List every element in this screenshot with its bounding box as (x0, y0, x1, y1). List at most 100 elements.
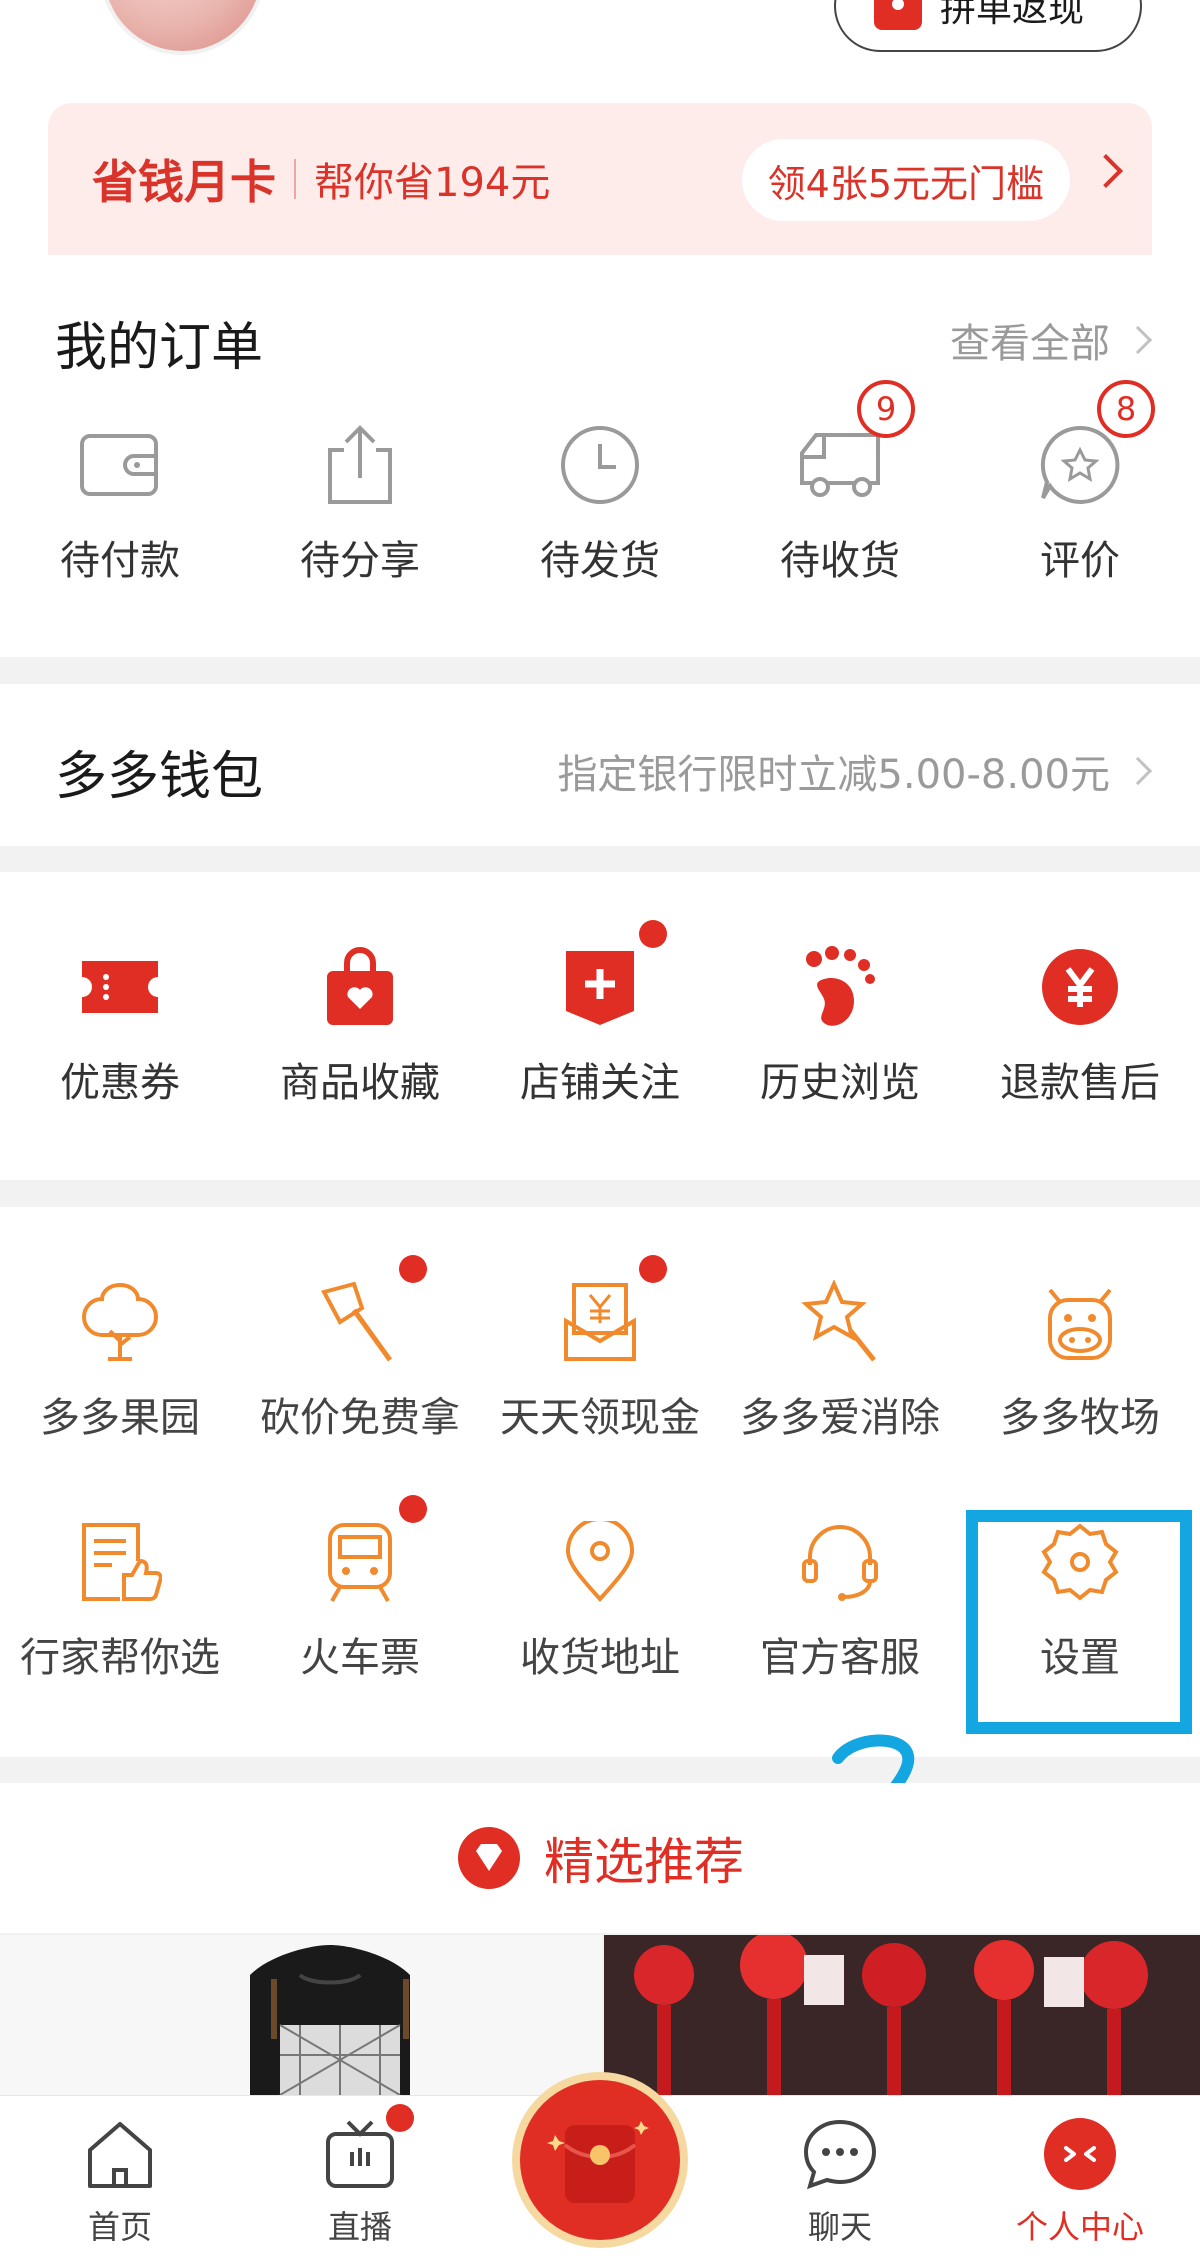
tool-label: 退款售后 (1000, 1060, 1160, 1106)
order-review[interactable]: 8 评价 (960, 380, 1200, 586)
service-label: 官方客服 (760, 1635, 920, 1681)
service-label: 天天领现金 (500, 1395, 700, 1441)
service-label: 砍价免费拿 (260, 1395, 460, 1441)
tab-chat[interactable]: 聊天 (740, 2114, 940, 2248)
notification-dot (399, 1255, 427, 1283)
tools-section: 优惠券 商品收藏 店铺关注 历史浏览 退款售后 (0, 872, 1200, 1180)
thumbs-up-doc-icon (75, 1517, 165, 1607)
product-feed (0, 1935, 1200, 2096)
chevron-right-icon (1123, 325, 1153, 355)
coupon-entry[interactable]: 优惠券 (0, 942, 240, 1108)
match-game-entry[interactable]: 多多爱消除 (720, 1277, 960, 1443)
avatar[interactable] (100, 0, 265, 55)
refund-icon (874, 0, 922, 30)
store-follow-icon (555, 920, 667, 1032)
cash-envelope-icon (555, 1255, 667, 1367)
service-label: 行家帮你选 (20, 1635, 220, 1681)
savings-card-subtitle: 帮你省194元 (314, 160, 551, 206)
expert-pick-entry[interactable]: 行家帮你选 (0, 1517, 240, 1683)
location-pin-icon (555, 1517, 645, 1607)
truck-icon: 9 (795, 380, 915, 510)
ranch-entry[interactable]: 多多牧场 (960, 1277, 1200, 1443)
service-label: 火车票 (300, 1635, 420, 1681)
wallet-icon (75, 420, 165, 510)
tab-label: 个人中心 (1015, 2208, 1144, 2246)
star-wand-icon (795, 1277, 885, 1367)
wallet-section[interactable]: 多多钱包 指定银行限时立减5.00-8.00元 (0, 684, 1200, 846)
product-image[interactable] (0, 1935, 602, 2096)
bottom-tab-bar: 首页 直播 聊天 个人中心 (0, 2072, 1200, 2259)
wallet-title: 多多钱包 (55, 747, 264, 807)
red-packet-button[interactable] (512, 2072, 688, 2248)
tab-label: 直播 (327, 2208, 392, 2246)
orders-section: 我的订单 查看全部 待付款 待分享 待发货 9 待收货 8 评价 (0, 255, 1200, 657)
profile-face-icon (1040, 2114, 1120, 2194)
cow-icon (1035, 1277, 1125, 1367)
divider (294, 159, 296, 199)
headset-icon (795, 1517, 885, 1607)
service-label: 多多爱消除 (740, 1395, 940, 1441)
red-packet-icon (547, 2121, 649, 2203)
tab-label: 聊天 (807, 2208, 872, 2246)
history-entry[interactable]: 历史浏览 (720, 942, 960, 1108)
bargain-entry[interactable]: 砍价免费拿 (240, 1255, 480, 1443)
refund-aftersales-entry[interactable]: 退款售后 (960, 942, 1200, 1108)
order-pending-receipt[interactable]: 9 待收货 (720, 380, 960, 586)
address-entry[interactable]: 收货地址 (480, 1517, 720, 1683)
coupon-pill-button[interactable]: 领4张5元无门槛 (741, 139, 1070, 221)
service-label: 多多牧场 (1000, 1395, 1160, 1441)
orchard-entry[interactable]: 多多果园 (0, 1277, 240, 1443)
daily-cash-entry[interactable]: 天天领现金 (480, 1255, 720, 1443)
chevron-right-icon (1089, 154, 1123, 188)
order-item-label: 待分享 (300, 538, 420, 584)
home-icon (80, 2114, 160, 2194)
view-all-orders-link[interactable]: 查看全部 (950, 311, 1153, 369)
refund-yen-icon (1035, 942, 1125, 1032)
order-item-label: 待发货 (540, 538, 660, 584)
customer-service-entry[interactable]: 官方客服 (720, 1517, 960, 1683)
store-follow-entry[interactable]: 店铺关注 (480, 920, 720, 1108)
tab-live[interactable]: 直播 (260, 2104, 460, 2248)
notification-dot (639, 1255, 667, 1283)
order-pending-payment[interactable]: 待付款 (0, 420, 240, 586)
share-icon (315, 420, 405, 510)
notification-dot (639, 920, 667, 948)
notification-dot (386, 2104, 414, 2132)
orders-title: 我的订单 (55, 318, 264, 378)
tab-label: 首页 (87, 2208, 152, 2246)
service-label: 收货地址 (520, 1635, 680, 1681)
recommend-title: 精选推荐 (544, 1833, 744, 1891)
service-label: 多多果园 (40, 1395, 200, 1441)
tool-label: 店铺关注 (520, 1060, 680, 1106)
view-all-label: 查看全部 (950, 321, 1110, 367)
tab-home[interactable]: 首页 (20, 2114, 220, 2248)
clock-icon (555, 420, 645, 510)
review-icon: 8 (1035, 380, 1155, 510)
chat-bubble-icon (800, 2114, 880, 2194)
footprint-icon (795, 942, 885, 1032)
order-pending-shipment[interactable]: 待发货 (480, 420, 720, 586)
notification-dot (399, 1495, 427, 1523)
train-icon (315, 1495, 427, 1607)
wallet-promo-link[interactable]: 指定银行限时立减5.00-8.00元 (557, 742, 1153, 800)
tool-label: 历史浏览 (760, 1060, 920, 1106)
count-badge: 8 (1097, 380, 1155, 438)
axe-icon (315, 1255, 427, 1367)
group-refund-label: 拼单返现 (940, 0, 1085, 30)
order-pending-share[interactable]: 待分享 (240, 420, 480, 586)
wallet-promo-text: 指定银行限时立减5.00-8.00元 (557, 752, 1110, 798)
tv-live-icon (320, 2104, 414, 2194)
savings-card[interactable]: 省钱月卡 帮你省194元 领4张5元无门槛 (48, 103, 1152, 255)
profile-header: 拼单返现 省钱月卡 帮你省194元 领4张5元无门槛 (0, 0, 1200, 255)
annotation-highlight-box (966, 1510, 1192, 1734)
savings-card-title: 省钱月卡 (92, 155, 276, 209)
count-badge: 9 (857, 380, 915, 438)
tool-label: 优惠券 (60, 1060, 180, 1106)
group-refund-button[interactable]: 拼单返现 (834, 0, 1142, 52)
order-item-label: 待付款 (60, 538, 180, 584)
product-image[interactable] (604, 1935, 1200, 2095)
train-ticket-entry[interactable]: 火车票 (240, 1495, 480, 1683)
tab-profile[interactable]: 个人中心 (980, 2114, 1180, 2248)
favorites-entry[interactable]: 商品收藏 (240, 942, 480, 1108)
favorites-bag-icon (315, 942, 405, 1032)
